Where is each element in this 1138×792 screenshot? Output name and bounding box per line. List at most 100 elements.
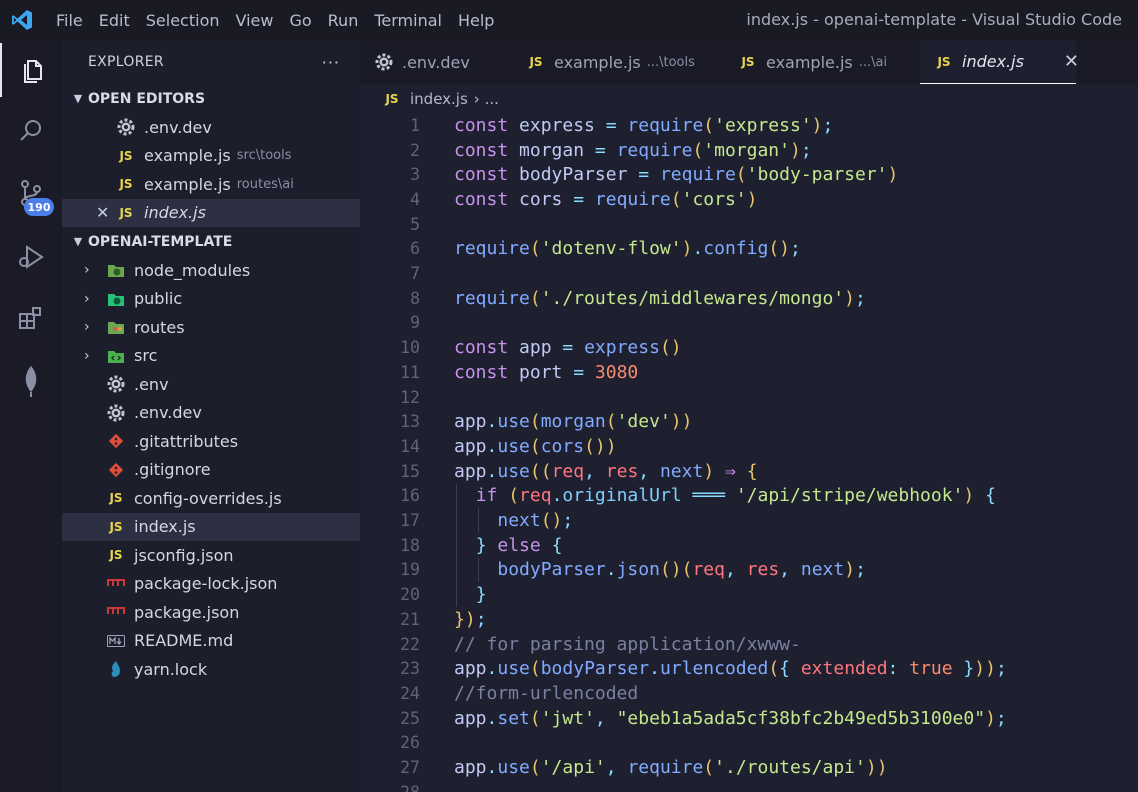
tree-file-env-dev[interactable]: .env.dev	[62, 399, 360, 428]
activity-search[interactable]	[0, 104, 62, 158]
open-editor-item[interactable]: .env.dev	[62, 113, 360, 142]
tab-example-tools[interactable]: JS example.js ...\tools	[512, 40, 724, 84]
line-number: 16	[400, 486, 420, 506]
tab-path: ...\tools	[646, 54, 695, 70]
activity-run-debug[interactable]	[0, 230, 62, 284]
code-text: const morgan = require('morgan');	[454, 139, 812, 161]
code-line[interactable]: 23 app.use(bodyParser.urlencoded({ extend…	[360, 656, 1138, 681]
open-editor-item[interactable]: JS example.js routes\ai	[62, 170, 360, 199]
tree-file-jsconfig[interactable]: JS jsconfig.json	[62, 541, 360, 570]
line-number: 8	[410, 288, 420, 308]
run-debug-icon	[19, 245, 44, 269]
code-line[interactable]: 4 const cors = require('cors')	[360, 187, 1138, 212]
code-line[interactable]: 13 app.use(morgan('dev'))	[360, 409, 1138, 434]
menu-help[interactable]: Help	[458, 11, 494, 30]
menu-go[interactable]: Go	[289, 11, 311, 30]
menu-run[interactable]: Run	[328, 11, 359, 30]
project-section[interactable]: ▼ OPENAI-TEMPLATE	[62, 227, 360, 256]
files-icon	[24, 60, 42, 83]
tree-file-package-json[interactable]: package.json	[62, 598, 360, 627]
tree-file-index-js[interactable]: JS index.js	[62, 512, 360, 541]
tree-file-package-lock[interactable]: package-lock.json	[62, 570, 360, 599]
tree-item-name: .gitattributes	[134, 431, 239, 451]
code-line[interactable]: 28	[360, 780, 1138, 792]
code-text: app.set('jwt', "ebeb1a5ada5cf38bfc2b49ed…	[454, 707, 1007, 729]
open-editors-section[interactable]: ▼ OPEN EDITORS	[62, 84, 360, 113]
code-line[interactable]: 5	[360, 212, 1138, 237]
open-editor-name: .env.dev	[144, 117, 212, 137]
gear-icon	[106, 374, 126, 394]
code-line[interactable]: 1 const express = require('express');	[360, 113, 1138, 138]
code-line[interactable]: 25 app.set('jwt', "ebeb1a5ada5cf38bfc2b49…	[360, 706, 1138, 731]
code-line[interactable]: 8 require('./routes/middlewares/mongo');	[360, 286, 1138, 311]
tab-example-ai[interactable]: JS example.js ...\ai	[724, 40, 920, 84]
code-line[interactable]: 14 app.use(cors())	[360, 434, 1138, 459]
code-line[interactable]: 3 const bodyParser = require('body-parser…	[360, 162, 1138, 187]
tree-file-config-overrides[interactable]: JS config-overrides.js	[62, 484, 360, 513]
code-line[interactable]: 12	[360, 385, 1138, 410]
code-editor[interactable]: 1 const express = require('express'); 2 con…	[360, 113, 1138, 792]
js-icon: JS	[937, 54, 951, 69]
tree-file-env[interactable]: .env	[62, 370, 360, 399]
open-editor-path: src\tools	[236, 148, 292, 164]
tree-item-name: config-overrides.js	[134, 488, 282, 508]
menu-view[interactable]: View	[236, 11, 274, 30]
code-line[interactable]: 19 bodyParser.json()(req, res, next);	[360, 558, 1138, 583]
activity-mongodb[interactable]	[0, 354, 62, 408]
breadcrumb-more[interactable]: › ...	[474, 90, 499, 108]
code-line[interactable]: 22 // for parsing application/xwww-	[360, 632, 1138, 657]
tree-file-gitignore[interactable]: .gitignore	[62, 456, 360, 485]
tree-file-gitattributes[interactable]: .gitattributes	[62, 427, 360, 456]
chevron-right-icon: ›	[84, 290, 90, 307]
code-line[interactable]: 17 next();	[360, 508, 1138, 533]
line-number: 13	[400, 412, 420, 432]
code-line[interactable]: 18 } else {	[360, 533, 1138, 558]
tree-folder-routes[interactable]: › routes	[62, 313, 360, 342]
search-icon	[20, 120, 41, 141]
activity-extensions[interactable]	[0, 292, 62, 346]
code-line[interactable]: 21});	[360, 607, 1138, 632]
code-line[interactable]: 26	[360, 731, 1138, 756]
menu-edit[interactable]: Edit	[99, 11, 130, 30]
code-line[interactable]: 2 const morgan = require('morgan');	[360, 138, 1138, 163]
line-number: 19	[400, 560, 420, 580]
js-icon: JS	[741, 55, 755, 69]
tab-index-js[interactable]: JS index.js ✕	[920, 40, 1079, 84]
code-line[interactable]: 6 require('dotenv-flow').config();	[360, 237, 1138, 262]
line-number: 20	[400, 585, 420, 605]
open-editor-item-active[interactable]: ✕ JS index.js	[62, 198, 360, 227]
open-editor-name: example.js	[144, 174, 231, 194]
code-line[interactable]: 9	[360, 311, 1138, 336]
vscode-logo-icon[interactable]	[10, 8, 34, 32]
menu-selection[interactable]: Selection	[146, 11, 220, 30]
code-line[interactable]: 24 //form-urlencoded	[360, 681, 1138, 706]
activity-source-control[interactable]: 190	[0, 166, 62, 220]
tree-folder-public[interactable]: › public	[62, 285, 360, 314]
more-actions-icon[interactable]: ···	[322, 53, 340, 72]
tab-label: example.js	[766, 52, 853, 72]
breadcrumb-file[interactable]: index.js	[410, 90, 468, 108]
tree-file-yarn-lock[interactable]: yarn.lock	[62, 655, 360, 684]
tree-file-readme[interactable]: README.md	[62, 627, 360, 656]
menu-file[interactable]: File	[56, 11, 83, 30]
open-editor-item[interactable]: JS example.js src\tools	[62, 142, 360, 171]
activity-explorer[interactable]	[0, 43, 62, 97]
menu-terminal[interactable]: Terminal	[374, 11, 442, 30]
code-line[interactable]: 15 app.use((req, res, next) ⇒ {	[360, 459, 1138, 484]
code-line[interactable]: 7	[360, 261, 1138, 286]
code-text: const port = 3080	[454, 361, 639, 383]
line-number: 23	[400, 659, 420, 679]
line-number: 18	[400, 535, 420, 555]
tree-folder-node-modules[interactable]: › node_modules	[62, 256, 360, 285]
code-line[interactable]: 27 app.use('/api', require('./routes/api'…	[360, 755, 1138, 780]
close-icon[interactable]: ✕	[96, 203, 109, 222]
code-line[interactable]: 10 const app = express()	[360, 335, 1138, 360]
code-line[interactable]: 11 const port = 3080	[360, 360, 1138, 385]
tree-folder-src[interactable]: › src	[62, 342, 360, 371]
code-text: app.use(cors())	[454, 435, 617, 457]
code-line[interactable]: 16 if (req.originalUrl ═══ '/api/stripe/…	[360, 484, 1138, 509]
code-text: const app = express()	[454, 337, 682, 359]
tab-env-dev[interactable]: .env.dev	[360, 40, 512, 84]
close-icon[interactable]: ✕	[1064, 51, 1079, 72]
code-line[interactable]: 20 }	[360, 582, 1138, 607]
